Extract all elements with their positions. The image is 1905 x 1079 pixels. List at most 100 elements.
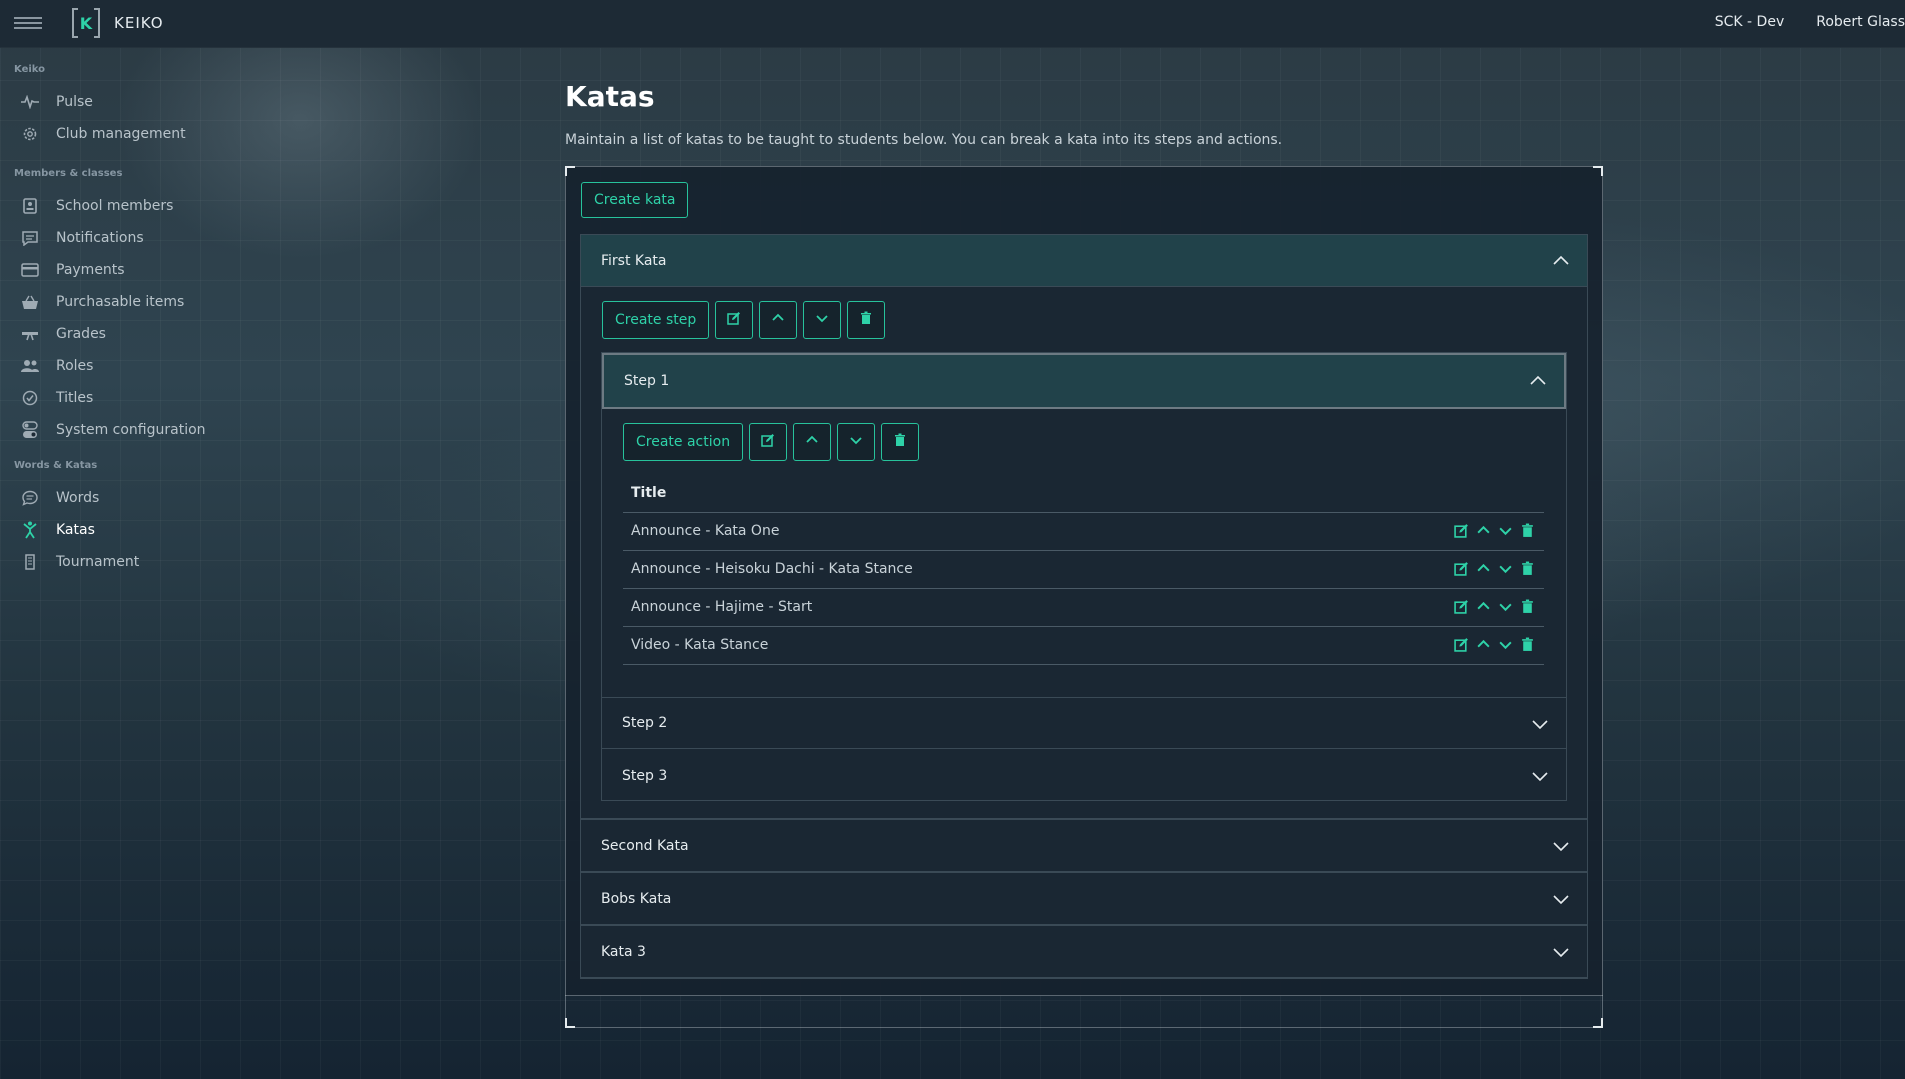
- chevron-up-icon[interactable]: [1553, 253, 1569, 269]
- kata-header-first-kata[interactable]: First Kata: [581, 235, 1587, 287]
- chevron-down-icon[interactable]: [1532, 716, 1548, 732]
- chevron-up-icon: [771, 311, 785, 329]
- edit-icon[interactable]: [1454, 523, 1470, 539]
- action-title: Announce - Heisoku Dachi - Kata Stance: [623, 550, 1316, 589]
- kata-header-kata-3[interactable]: Kata 3: [581, 926, 1587, 978]
- karate-icon: [19, 519, 41, 541]
- kata-header-bobs-kata[interactable]: Bobs Kata: [581, 873, 1587, 925]
- sidebar-item-label: Tournament: [56, 554, 140, 570]
- sidebar-item-label: Payments: [56, 262, 125, 278]
- step-title: Step 3: [622, 768, 668, 784]
- kata-title: Kata 3: [601, 943, 646, 960]
- trash-icon[interactable]: [1520, 637, 1536, 653]
- chevron-down-icon[interactable]: [1498, 637, 1514, 653]
- sidebar-item-label: Titles: [56, 390, 94, 406]
- chevron-up-icon[interactable]: [1530, 373, 1546, 389]
- chevron-up-icon[interactable]: [1476, 599, 1492, 615]
- trash-icon: [893, 433, 907, 451]
- create-action-button[interactable]: Create action: [623, 423, 744, 461]
- sidebar-item-label: Katas: [56, 522, 95, 538]
- id-card-icon: [19, 195, 41, 217]
- create-kata-button[interactable]: Create kata: [581, 182, 689, 218]
- action-title: Announce - Kata One: [623, 512, 1316, 551]
- step-header-step-3[interactable]: Step 3: [602, 750, 1566, 802]
- edit-icon[interactable]: [1454, 599, 1470, 615]
- sidebar-item-system-configuration[interactable]: System configuration: [0, 418, 206, 442]
- chevron-down-icon[interactable]: [1553, 944, 1569, 960]
- sidebar-item-tournament[interactable]: Tournament: [0, 550, 139, 574]
- sidebar-item-pulse[interactable]: Pulse: [0, 90, 93, 114]
- message-icon: [19, 227, 41, 249]
- move-kata-up-button[interactable]: [759, 301, 798, 339]
- kata-title: First Kata: [601, 252, 667, 269]
- sidebar-section-members-classes: Members & classes: [14, 168, 123, 179]
- hamburger-menu-icon[interactable]: [14, 14, 42, 34]
- column-header-title: Title: [623, 474, 1316, 513]
- action-title: Announce - Hajime - Start: [623, 588, 1316, 627]
- edit-icon: [727, 311, 741, 329]
- chevron-down-icon[interactable]: [1553, 838, 1569, 854]
- create-step-button[interactable]: Create step: [602, 301, 710, 339]
- brand-name[interactable]: KEIKO: [114, 14, 164, 32]
- logo-letter: K: [79, 13, 93, 33]
- frame-corner: [565, 1018, 575, 1028]
- step-header-step-1[interactable]: Step 1: [602, 353, 1566, 409]
- chevron-up-icon: [805, 433, 819, 451]
- edit-step-button[interactable]: [749, 423, 788, 461]
- sidebar-item-titles[interactable]: Titles: [0, 386, 93, 410]
- chevron-up-icon[interactable]: [1476, 637, 1492, 653]
- club-selector[interactable]: SCK - Dev: [1715, 14, 1784, 30]
- edit-icon[interactable]: [1454, 637, 1470, 653]
- gear-icon: [19, 123, 41, 145]
- trash-icon[interactable]: [1520, 599, 1536, 615]
- step-header-step-2[interactable]: Step 2: [602, 697, 1566, 749]
- kata-title: Second Kata: [601, 837, 689, 854]
- actions-table-wrapper: Title Announce - Kata One Announce - Hei…: [623, 474, 1544, 665]
- move-step-down-button[interactable]: [837, 423, 876, 461]
- badge-check-icon: [19, 387, 41, 409]
- chevron-up-icon[interactable]: [1476, 523, 1492, 539]
- sidebar-item-notifications[interactable]: Notifications: [0, 226, 144, 250]
- edit-kata-button[interactable]: [715, 301, 754, 339]
- frame-corner: [565, 166, 575, 176]
- delete-step-button[interactable]: [881, 423, 920, 461]
- chevron-down-icon[interactable]: [1553, 891, 1569, 907]
- sidebar-item-roles[interactable]: Roles: [0, 354, 93, 378]
- table-header-row: Title: [623, 474, 1544, 513]
- sidebar-item-payments[interactable]: Payments: [0, 258, 125, 282]
- table-row: Announce - Heisoku Dachi - Kata Stance: [623, 550, 1544, 589]
- keiko-logo[interactable]: K: [72, 8, 100, 38]
- trash-icon[interactable]: [1520, 561, 1536, 577]
- page-description: Maintain a list of katas to be taught to…: [565, 132, 1283, 148]
- kata-toolbar: Create step: [602, 301, 886, 339]
- basket-icon: [19, 291, 41, 313]
- kata-header-second-kata[interactable]: Second Kata: [581, 820, 1587, 872]
- sidebar-item-school-members[interactable]: School members: [0, 194, 173, 218]
- chevron-down-icon[interactable]: [1498, 523, 1514, 539]
- delete-kata-button[interactable]: [847, 301, 886, 339]
- user-menu[interactable]: Robert Glass: [1816, 14, 1905, 30]
- edit-icon[interactable]: [1454, 561, 1470, 577]
- sidebar-item-grades[interactable]: Grades: [0, 322, 106, 346]
- sidebar-item-words[interactable]: Words: [0, 486, 99, 510]
- kata-title: Bobs Kata: [601, 890, 672, 907]
- trash-icon[interactable]: [1520, 523, 1536, 539]
- chevron-down-icon[interactable]: [1532, 768, 1548, 784]
- chevron-down-icon[interactable]: [1498, 561, 1514, 577]
- step-toolbar: Create action: [623, 423, 920, 461]
- action-title: Video - Kata Stance: [623, 626, 1316, 665]
- building-icon: [19, 551, 41, 573]
- move-step-up-button[interactable]: [793, 423, 832, 461]
- sidebar-item-purchasable-items[interactable]: Purchasable items: [0, 290, 184, 314]
- sidebar-item-club-management[interactable]: Club management: [0, 122, 186, 146]
- step-title: Step 1: [624, 373, 670, 389]
- column-header-actions: [1315, 474, 1544, 513]
- actions-table: Title Announce - Kata One Announce - Hei…: [623, 474, 1544, 665]
- sidebar-section-keiko: Keiko: [14, 64, 46, 75]
- sidebar-item-katas[interactable]: Katas: [0, 518, 95, 542]
- chevron-down-icon[interactable]: [1498, 599, 1514, 615]
- toggle-icon: [19, 419, 41, 441]
- frame-corner: [1593, 166, 1603, 176]
- chevron-up-icon[interactable]: [1476, 561, 1492, 577]
- move-kata-down-button[interactable]: [803, 301, 842, 339]
